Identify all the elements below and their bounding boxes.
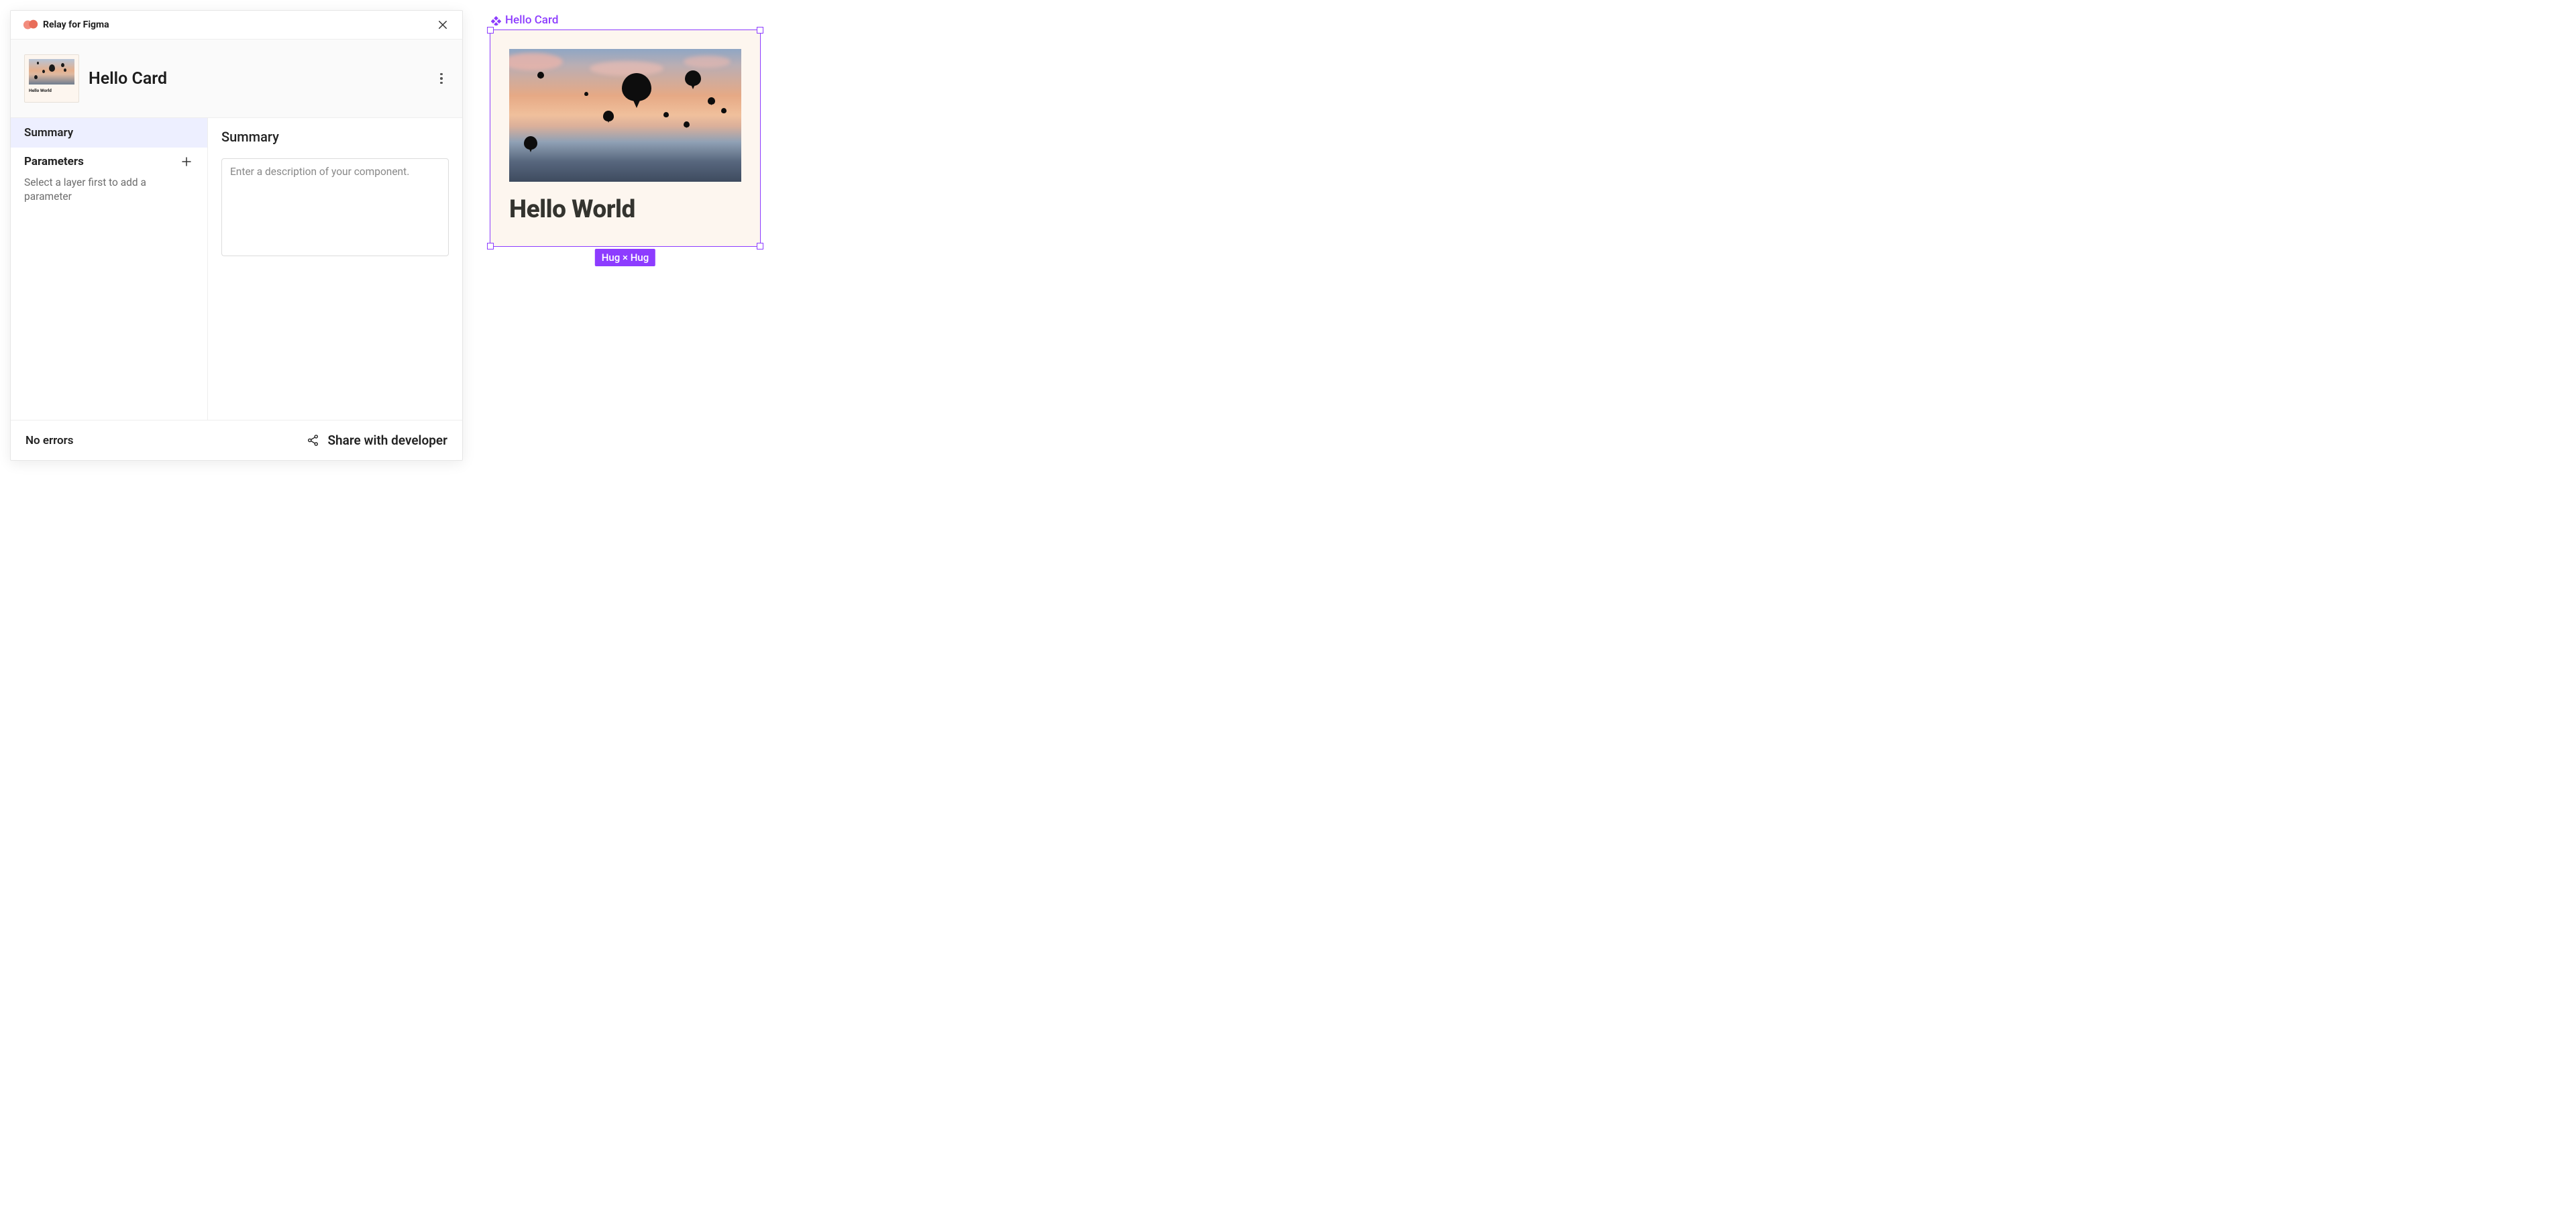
component-thumbnail: Hello World — [24, 54, 79, 103]
component-name: Hello Card — [89, 69, 167, 89]
resize-handle-bottom-left[interactable] — [487, 243, 494, 249]
panel-body: Summary Parameters Select a layer first … — [11, 118, 462, 420]
component-header-left: Hello World Hello Card — [24, 54, 167, 103]
card-title[interactable]: Hello World — [509, 195, 741, 224]
summary-heading: Summary — [221, 129, 449, 145]
add-parameter-button[interactable] — [179, 154, 194, 169]
dots-icon — [440, 73, 443, 76]
panel-header: Relay for Figma — [11, 11, 462, 40]
card-image[interactable] — [509, 49, 741, 182]
share-label: Share with developer — [327, 433, 447, 448]
share-with-developer-button[interactable]: Share with developer — [307, 433, 447, 448]
description-textarea[interactable] — [221, 158, 449, 256]
selection-frame[interactable]: Hello World Hug × Hug — [490, 30, 761, 247]
more-options-button[interactable] — [434, 71, 449, 86]
resize-handle-bottom-right[interactable] — [757, 243, 763, 249]
component-label-row[interactable]: Hello Card — [491, 13, 761, 27]
figma-canvas[interactable]: Hello Card — [490, 10, 761, 461]
close-icon — [437, 19, 449, 31]
parameters-section: Parameters Select a layer first to add a… — [11, 148, 207, 213]
resize-handle-top-left[interactable] — [487, 27, 494, 34]
main-column: Summary — [208, 118, 462, 420]
size-badge: Hug × Hug — [595, 249, 655, 266]
component-canvas-label: Hello Card — [505, 13, 558, 27]
relay-logo-icon — [23, 19, 38, 31]
tab-summary[interactable]: Summary — [11, 118, 207, 148]
close-button[interactable] — [435, 17, 450, 32]
panel-header-left: Relay for Figma — [23, 19, 109, 31]
error-status: No errors — [25, 434, 74, 447]
plugin-title: Relay for Figma — [43, 19, 109, 30]
hello-card-component[interactable]: Hello World — [490, 30, 760, 246]
component-icon — [491, 15, 501, 25]
parameters-help-text: Select a layer first to add a parameter — [24, 176, 194, 204]
thumbnail-caption: Hello World — [29, 88, 74, 93]
parameters-title: Parameters — [24, 155, 84, 168]
plus-icon — [180, 156, 193, 168]
share-icon — [307, 434, 319, 447]
panel-footer: No errors Share with developer — [11, 420, 462, 460]
component-header: Hello World Hello Card — [11, 40, 462, 118]
thumbnail-image — [29, 59, 74, 85]
relay-plugin-panel: Relay for Figma — [10, 10, 463, 461]
resize-handle-top-right[interactable] — [757, 27, 763, 34]
parameters-header: Parameters — [24, 154, 194, 169]
sidebar: Summary Parameters Select a layer first … — [11, 118, 208, 420]
